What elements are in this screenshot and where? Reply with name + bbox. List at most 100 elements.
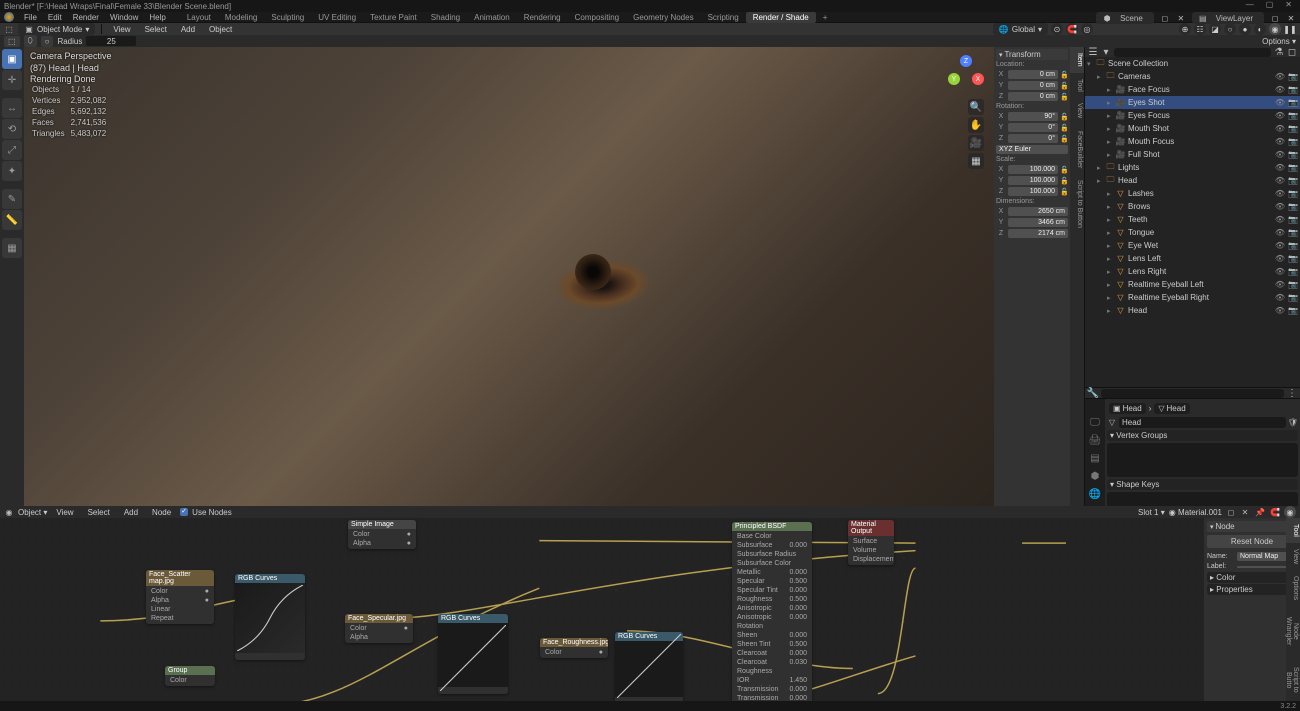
workspace-tab[interactable]: + [816, 12, 835, 23]
eye-icon[interactable]: 👁 [1275, 241, 1285, 250]
add-menu[interactable]: Add [176, 25, 200, 34]
eye-icon[interactable]: 👁 [1275, 85, 1285, 94]
workspace-tab[interactable]: Rendering [517, 12, 568, 23]
del-mat-icon[interactable]: ✕ [1240, 507, 1250, 517]
shield-icon[interactable]: 🛡 [1288, 417, 1298, 427]
render-icon[interactable]: 📷 [1288, 254, 1298, 263]
props-options-icon[interactable]: ⋮ [1287, 388, 1297, 398]
menu-edit[interactable]: Edit [43, 13, 67, 22]
dim-z-field[interactable]: 2174 cm [1008, 229, 1068, 238]
tool-transform[interactable]: ✦ [2, 161, 22, 181]
workspace-tab[interactable]: Render / Shade [746, 12, 816, 23]
mesh-name-field[interactable] [1119, 417, 1286, 428]
render-icon[interactable]: 📷 [1288, 163, 1298, 172]
render-icon[interactable]: 📷 [1288, 228, 1298, 237]
ne-view-menu[interactable]: View [51, 508, 78, 517]
eye-icon[interactable]: 👁 [1275, 215, 1285, 224]
tool-box-select[interactable]: ⬚ [4, 36, 20, 47]
node-sidebar-tab[interactable]: Options [1286, 570, 1300, 606]
zoom-icon[interactable]: 🔍 [968, 99, 984, 115]
select-menu[interactable]: Select [140, 25, 172, 34]
minimize-icon[interactable]: — [1246, 0, 1254, 9]
tool-move[interactable]: ↔ [2, 98, 22, 118]
maximize-icon[interactable]: ▢ [1266, 0, 1274, 9]
outliner[interactable]: ▾🗀Scene Collection▸🗀Cameras👁📷▸🎥Face Focu… [1085, 57, 1300, 387]
pause-icon[interactable]: ❚❚ [1284, 23, 1296, 35]
render-icon[interactable]: 📷 [1288, 85, 1298, 94]
outliner-item[interactable]: ▸🎥Mouth Focus👁📷 [1085, 135, 1300, 148]
tool-annotate[interactable]: ✎ [2, 189, 22, 209]
delete-layer-icon[interactable]: ✕ [1286, 13, 1296, 23]
display-mode-icon[interactable]: ▾ [1101, 47, 1111, 57]
orientation-selector[interactable]: 🌐Global ▾ [993, 23, 1048, 35]
viewlayer-selector[interactable]: ▤ViewLayer [1192, 12, 1264, 24]
tab-output[interactable]: 🖨 [1087, 432, 1103, 448]
snap-node-icon[interactable]: 🧲 [1269, 506, 1281, 518]
scene-selector[interactable]: ⬢Scene [1096, 12, 1154, 24]
loc-x-field[interactable]: 0 cm [1008, 70, 1058, 79]
bc-object[interactable]: ▣ Head [1109, 403, 1146, 414]
render-icon[interactable]: 📷 [1288, 150, 1298, 159]
render-icon[interactable]: 📷 [1288, 202, 1298, 211]
new-layer-icon[interactable]: ◻ [1270, 13, 1280, 23]
radius-input[interactable] [86, 36, 136, 46]
outliner-item[interactable]: ▸▽Realtime Eyeball Right👁📷 [1085, 291, 1300, 304]
eye-icon[interactable]: 👁 [1275, 254, 1285, 263]
node-image-texture[interactable]: Face_Specular.jpg [345, 614, 413, 623]
workspace-tab[interactable]: UV Editing [311, 12, 363, 23]
node-frame[interactable]: Simple Image [348, 520, 416, 529]
tab-scene[interactable]: ⬢ [1087, 468, 1103, 484]
render-icon[interactable]: 📷 [1288, 137, 1298, 146]
outliner-item[interactable]: ▸🎥Eyes Shot👁📷 [1085, 96, 1300, 109]
render-icon[interactable]: 📷 [1288, 293, 1298, 302]
render-icon[interactable]: 📷 [1288, 215, 1298, 224]
pivot-icon[interactable]: ⊙ [1051, 23, 1063, 35]
tool-circle-select[interactable]: ○ [41, 36, 54, 47]
tool-cursor[interactable]: ✛ [2, 70, 22, 90]
outliner-item[interactable]: ▸🗀Head👁📷 [1085, 174, 1300, 187]
scale-y-field[interactable]: 100.000 [1008, 176, 1058, 185]
loc-y-field[interactable]: 0 cm [1008, 81, 1058, 90]
bc-mesh[interactable]: ▽ Head [1154, 403, 1189, 414]
outliner-item[interactable]: ▸▽Brows👁📷 [1085, 200, 1300, 213]
node-color-section[interactable]: Color [1207, 572, 1297, 583]
tool-lasso-select[interactable]: ⬯ [24, 35, 37, 47]
outliner-item[interactable]: ▸🗀Cameras👁📷 [1085, 70, 1300, 83]
sidebar-tab[interactable]: Tool [1070, 73, 1084, 98]
shading-solid-icon[interactable]: ● [1239, 23, 1251, 35]
props-editor-icon[interactable]: 🔧 [1088, 388, 1098, 398]
use-nodes-checkbox[interactable] [180, 508, 188, 516]
outliner-item[interactable]: ▸🎥Full Shot👁📷 [1085, 148, 1300, 161]
render-icon[interactable]: 📷 [1288, 280, 1298, 289]
pin-icon[interactable]: 📌 [1254, 506, 1266, 518]
view-menu[interactable]: View [108, 25, 135, 34]
render-icon[interactable]: 📷 [1288, 267, 1298, 276]
rot-mode-field[interactable]: XYZ Euler [996, 145, 1068, 154]
overlay-node-icon[interactable]: ◉ [1284, 506, 1296, 518]
menu-file[interactable]: File [19, 13, 42, 22]
tab-world[interactable]: 🌐 [1087, 486, 1103, 502]
nav-gizmo[interactable]: Z X Y [948, 55, 984, 91]
xray-icon[interactable]: ◪ [1209, 23, 1221, 35]
ne-node-menu[interactable]: Node [147, 508, 176, 517]
ne-select-menu[interactable]: Select [83, 508, 115, 517]
tool-measure[interactable]: 📏 [2, 210, 22, 230]
eye-icon[interactable]: 👁 [1275, 150, 1285, 159]
workspace-tab[interactable]: Sculpting [264, 12, 311, 23]
props-search[interactable] [1101, 389, 1284, 398]
render-icon[interactable]: 📷 [1288, 111, 1298, 120]
node-principled-bsdf[interactable]: Principled BSDF [732, 522, 812, 531]
slot-selector[interactable]: Slot 1 ▾ [1138, 508, 1165, 517]
menu-window[interactable]: Window [105, 13, 143, 22]
new-collection-icon[interactable]: ◻ [1287, 47, 1297, 57]
tab-render[interactable]: 🖵 [1087, 414, 1103, 430]
outliner-item[interactable]: ▸▽Lashes👁📷 [1085, 187, 1300, 200]
node-sidebar-tab[interactable]: View [1286, 543, 1300, 570]
vertex-groups-list[interactable] [1107, 443, 1298, 477]
sec-vertex-groups[interactable]: Vertex Groups [1107, 430, 1298, 441]
camera-view-icon[interactable]: 🎥 [968, 135, 984, 151]
eye-icon[interactable]: 👁 [1275, 163, 1285, 172]
shading-matprev-icon[interactable]: ◐ [1254, 23, 1266, 35]
tab-viewlayer[interactable]: ▤ [1087, 450, 1103, 466]
render-icon[interactable]: 📷 [1288, 72, 1298, 81]
